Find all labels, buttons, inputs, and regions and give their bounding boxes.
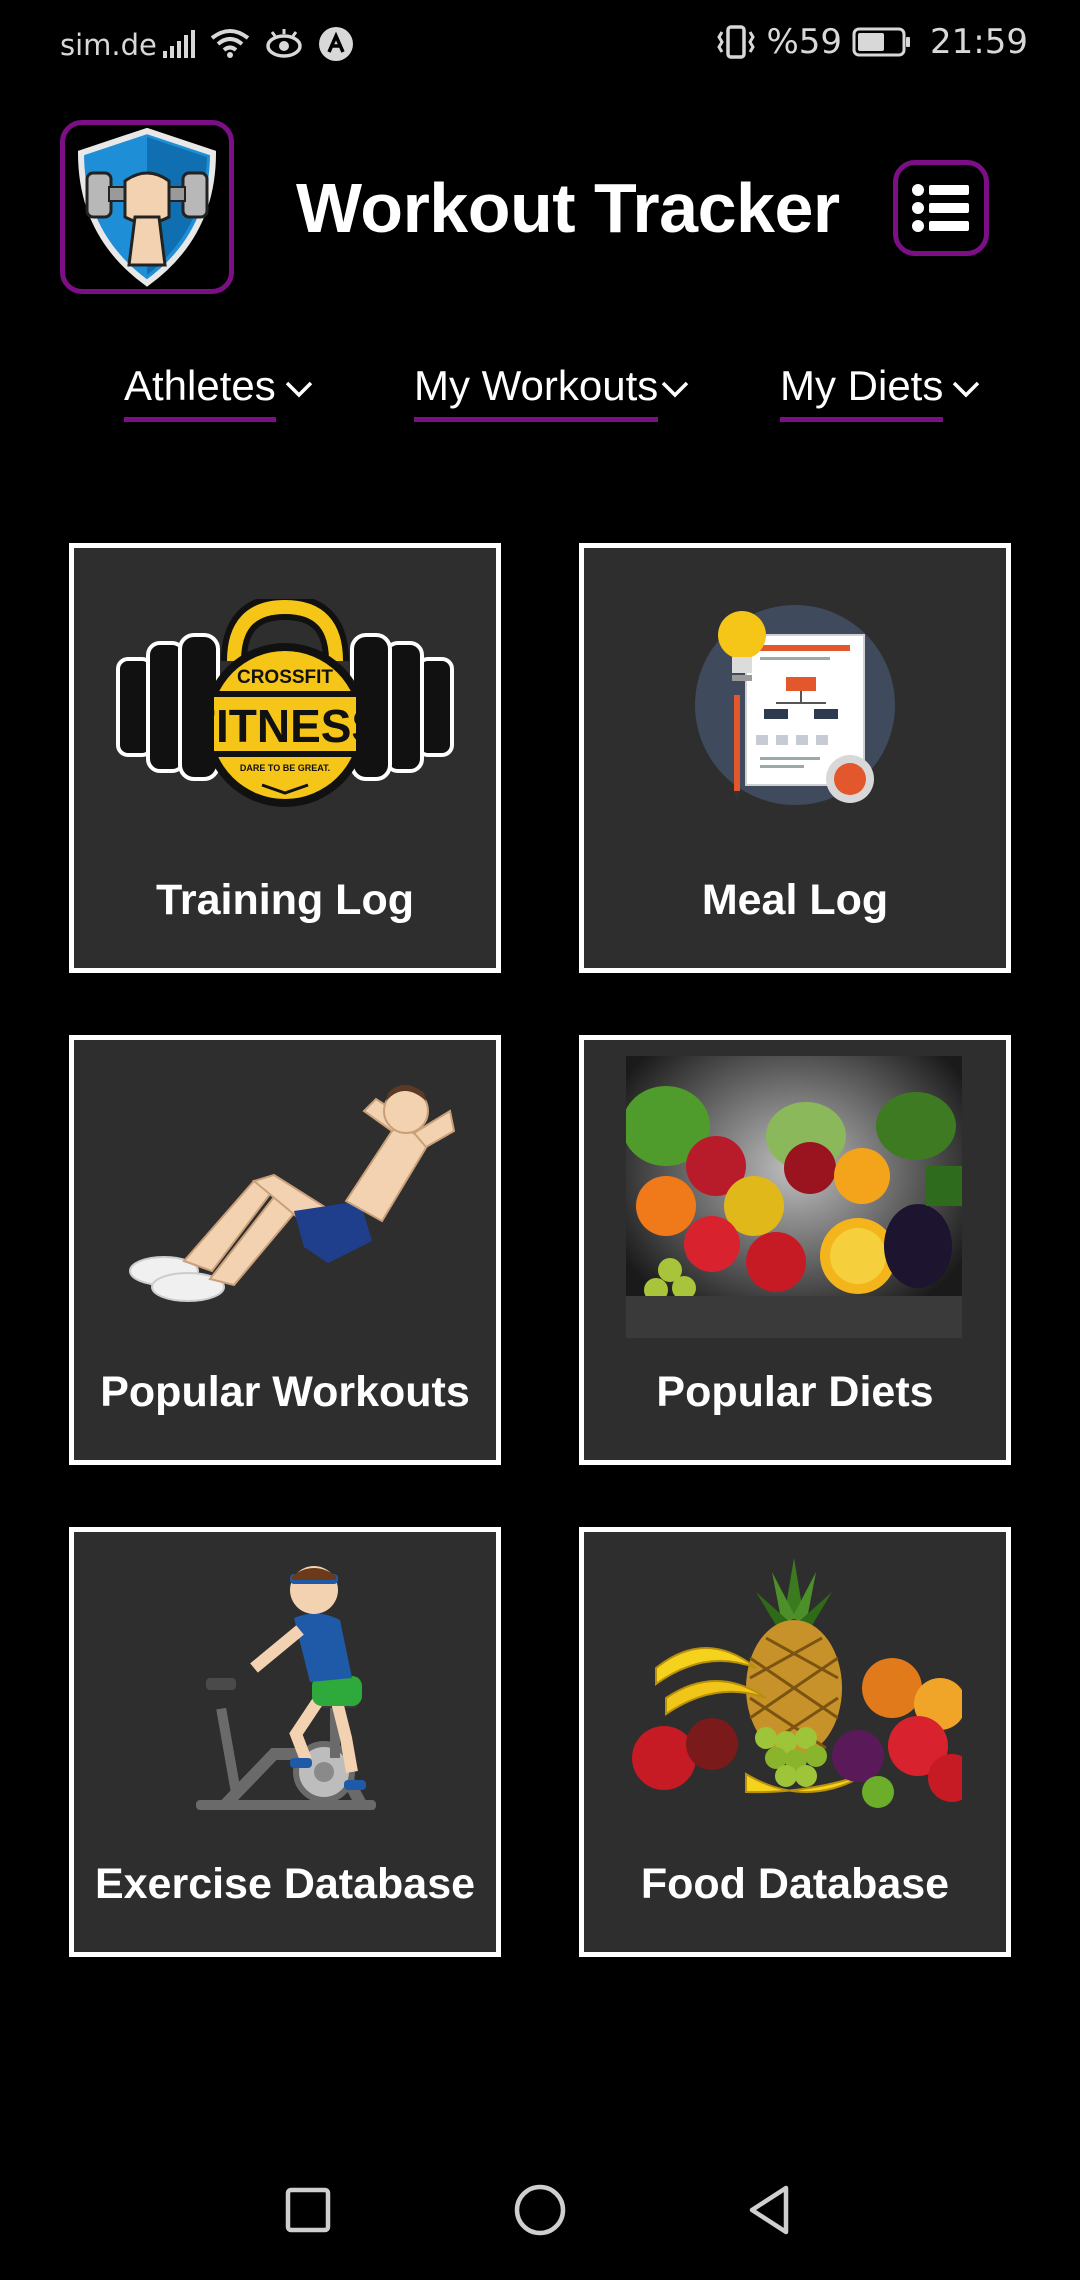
home-button[interactable]	[500, 2170, 580, 2250]
card-popular-diets[interactable]: Popular Diets	[579, 1035, 1011, 1465]
carrier-label: sim.de	[60, 28, 157, 62]
list-menu-icon	[912, 184, 969, 232]
menu-button[interactable]	[893, 160, 989, 256]
vibrate-icon	[717, 25, 756, 59]
badge-tagline-text: DARE TO BE GREAT.	[240, 763, 330, 773]
back-button[interactable]	[730, 2170, 810, 2250]
back-triangle-icon	[749, 2185, 789, 2235]
exercise-bike-illustration	[114, 1548, 456, 1838]
recents-square-icon	[285, 2187, 331, 2233]
card-title: Food Database	[640, 1860, 950, 1908]
status-icons-right: %59 21:59	[716, 22, 1028, 62]
status-icons-left	[162, 26, 354, 62]
eye-comfort-icon	[266, 29, 302, 58]
system-nav-bar	[0, 2140, 1080, 2280]
battery-percent: %59	[766, 22, 843, 62]
app-logo	[60, 120, 234, 294]
situp-man-illustration	[114, 1056, 456, 1346]
badge-top-text: CROSSFIT	[237, 667, 333, 688]
tab-athletes-label: Athletes	[124, 362, 276, 422]
card-meal-log[interactable]: Meal Log	[579, 543, 1011, 973]
clock: 21:59	[930, 22, 1028, 62]
tab-my-diets[interactable]: My Diets	[780, 362, 981, 422]
card-title: Popular Diets	[656, 1368, 934, 1416]
badge-main-text: FITNESS	[188, 700, 382, 752]
chevron-down-icon	[284, 379, 314, 399]
document-planner-illustration	[624, 564, 966, 854]
home-circle-icon	[514, 2184, 566, 2236]
chevron-down-icon	[951, 379, 981, 399]
status-bar: sim.de %59 21:59	[0, 0, 1080, 92]
card-food-database[interactable]: Food Database	[579, 1527, 1011, 1957]
app-title: Workout Tracker	[296, 169, 840, 247]
card-exercise-database[interactable]: Exercise Database	[69, 1527, 501, 1957]
battery-icon	[852, 27, 911, 57]
recents-button[interactable]	[268, 2170, 348, 2250]
vegetables-fruit-photo	[626, 1056, 962, 1338]
wifi-icon	[210, 29, 250, 58]
tab-my-workouts[interactable]: My Workouts	[414, 362, 690, 422]
card-title: Exercise Database	[94, 1860, 476, 1908]
card-popular-workouts[interactable]: Popular Workouts	[69, 1035, 501, 1465]
screen: sim.de %59 21:59 Workout Tracker Athlete…	[0, 0, 1080, 2280]
fruit-pile-photo	[626, 1548, 962, 1838]
crossfit-kettlebell-badge: CROSSFIT FITNESS DARE TO BE GREAT.	[114, 564, 456, 854]
fist-dumbbell-shield-logo	[77, 127, 217, 287]
tab-my-diets-label: My Diets	[780, 362, 944, 422]
card-title: Popular Workouts	[100, 1368, 470, 1416]
app-notification-icon	[319, 27, 353, 61]
card-title: Meal Log	[701, 876, 889, 924]
tab-my-workouts-label: My Workouts	[414, 362, 659, 422]
card-training-log[interactable]: CROSSFIT FITNESS DARE TO BE GREAT. Train…	[69, 543, 501, 973]
card-title: Training Log	[156, 876, 414, 924]
tab-athletes[interactable]: Athletes	[124, 362, 314, 422]
chevron-down-icon	[660, 379, 690, 399]
signal-icon	[163, 30, 195, 58]
